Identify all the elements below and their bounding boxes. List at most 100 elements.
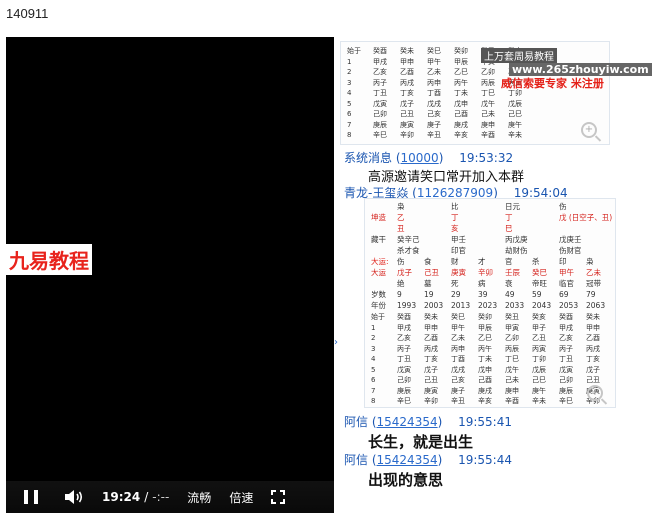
table-cell: 绝 [397, 279, 405, 288]
table-cell: 衰 [505, 279, 513, 288]
sender-name: 阿信 [344, 415, 369, 429]
zoom-icon[interactable]: + [581, 122, 597, 138]
video-player[interactable]: 九易教程 始于癸酉癸未癸巳癸卯癸丑癸亥1甲戌甲申甲午甲辰甲寅甲子2乙亥乙酉乙未乙… [6, 37, 661, 513]
table-cell: 庚寅 [424, 386, 438, 395]
table-cell [424, 212, 451, 223]
pause-button[interactable] [24, 490, 38, 504]
table-cell: 己卯 [397, 376, 411, 384]
table-cell: 临官 [559, 279, 574, 288]
table-cell: 巳 [505, 224, 513, 233]
table-cell: 辛巳 [397, 397, 411, 405]
table-cell: 戊子 [400, 99, 414, 108]
expand-arrow-icon[interactable]: › [334, 337, 340, 349]
table-cell: 甲戌 [373, 57, 387, 66]
table-cell: 甲午 [427, 57, 441, 66]
table-cell: 始于 [371, 313, 385, 321]
table-cell: 甲申 [400, 57, 414, 66]
table-cell: 癸巳 [532, 268, 547, 277]
table-cell: 庚申 [505, 386, 519, 395]
table-row: 6 己卯 己丑 己亥 己酉 己未 己巳 [347, 109, 605, 120]
table-cell: 庚午 [508, 120, 522, 129]
speed-button[interactable]: 倍速 [229, 489, 253, 506]
table-cell: 丁 [505, 213, 513, 222]
table-cell: 癸亥 [532, 313, 546, 321]
table-row: 藏干 癸辛己 甲壬 丙戊庚 戊庚壬 [371, 234, 611, 245]
table-row: 6 己卯 己丑 己亥 己酉 己未 己巳 己卯 己丑 [371, 375, 611, 386]
message-time: 19:53:32 [459, 151, 514, 165]
table-cell: 帝旺 [532, 279, 547, 288]
table-cell: 丙子 [373, 78, 387, 87]
table-cell: 己巳 [508, 110, 522, 118]
table-cell: 甲辰 [478, 323, 492, 332]
table-cell: 杀才食 [397, 246, 420, 255]
table-row: 3 丙子 丙戌 丙申 丙午 丙辰 丙寅 丙子 丙戌 [371, 344, 611, 355]
zoom-icon[interactable]: + [587, 385, 603, 401]
table-cell: 庚寅 [451, 268, 466, 277]
site-red-text: 威信索要专家 米注册 [501, 77, 604, 90]
table-cell: 日元 [505, 202, 520, 211]
table-cell: 庚申 [481, 120, 495, 129]
table-cell: 印 [559, 257, 567, 266]
table-cell: 才 [478, 257, 486, 266]
current-time: 19:24 [102, 490, 141, 504]
table-cell: 乙亥 [559, 334, 573, 342]
sender-id-link[interactable]: 15424354 [377, 453, 438, 467]
table-cell [478, 201, 505, 212]
table-cell [424, 245, 451, 256]
table-cell: 戊寅 [559, 365, 573, 374]
message-text-axin-2: 出现的意思 [368, 471, 444, 489]
table-cell: 戊申 [478, 365, 492, 374]
table-row: 1 甲戌 甲申 甲午 甲辰 甲寅 甲子 甲戌 甲申 [371, 323, 611, 334]
quality-button[interactable]: 流畅 [187, 489, 211, 506]
table-cell: 癸卯 [454, 47, 468, 55]
table-cell: 枭 [397, 202, 405, 211]
sender-id-link[interactable]: 10000 [401, 151, 439, 165]
table-cell: 乙亥 [373, 68, 387, 76]
table-cell: 伤财官 [559, 246, 582, 255]
chart-1-grid: 始于癸酉癸未癸巳癸卯癸丑癸亥1甲戌甲申甲午甲辰甲寅甲子2乙亥乙酉乙未乙巳乙卯乙丑… [347, 46, 605, 141]
table-cell: 癸未 [400, 47, 414, 55]
message-header-system: 系统消息 (10000) 19:53:32 [344, 151, 514, 165]
volume-button[interactable] [64, 489, 84, 505]
table-cell: 丙寅 [532, 344, 546, 353]
table-row: 7 庚辰 庚寅 庚子 庚戌 庚申 庚午 [347, 120, 605, 131]
table-cell: 辛未 [508, 131, 522, 139]
fullscreen-button[interactable] [271, 490, 286, 504]
table-cell: 丙戌 [400, 78, 414, 87]
table-cell: 庚辰 [397, 386, 411, 395]
table-cell: 辛丑 [427, 131, 441, 139]
table-cell: 伤 [397, 257, 405, 266]
table-cell: 5 [347, 99, 352, 108]
table-cell: 辛亥 [478, 397, 492, 405]
table-cell: 乙酉 [424, 334, 438, 342]
table-cell: 戊午 [505, 365, 519, 374]
table-row: 8 辛巳 辛卯 辛丑 辛亥 辛酉 辛未 辛巳 辛卯 [371, 396, 611, 407]
table-cell: 己丑 [424, 268, 439, 277]
table-cell: 岁数 [371, 290, 386, 299]
table-cell: 2013 [451, 301, 471, 310]
message-time: 19:55:41 [458, 415, 512, 429]
table-row: 8 辛巳 辛卯 辛丑 辛亥 辛酉 辛未 [347, 130, 605, 141]
table-cell: 伤 [559, 202, 567, 211]
table-cell: 己亥 [427, 110, 441, 118]
table-cell: 丁巳 [505, 355, 519, 363]
table-cell: 庚午 [532, 386, 546, 395]
table-cell: 丁酉 [427, 89, 441, 97]
table-cell: 6 [347, 110, 352, 118]
table-row: 丑亥巳 [371, 223, 611, 234]
table-cell: 3 [371, 344, 376, 353]
table-cell: 辛亥 [454, 131, 468, 139]
table-cell: 己卯 [559, 376, 573, 384]
table-cell: 年份 [371, 301, 386, 310]
site-banner: 上万套周易教程 [481, 48, 557, 63]
table-cell: 庚子 [451, 386, 465, 395]
sender-id-link[interactable]: 15424354 [377, 415, 438, 429]
table-cell: 庚子 [427, 120, 441, 129]
table-cell: 乙酉 [400, 68, 414, 76]
table-cell: 乙巳 [478, 334, 492, 342]
table-cell [478, 234, 505, 245]
table-cell: 己未 [481, 110, 495, 118]
table-cell [478, 245, 505, 256]
player-controls: 19:24/-:-- 流畅 倍速 [6, 481, 334, 513]
table-cell: 甲午 [451, 323, 465, 332]
